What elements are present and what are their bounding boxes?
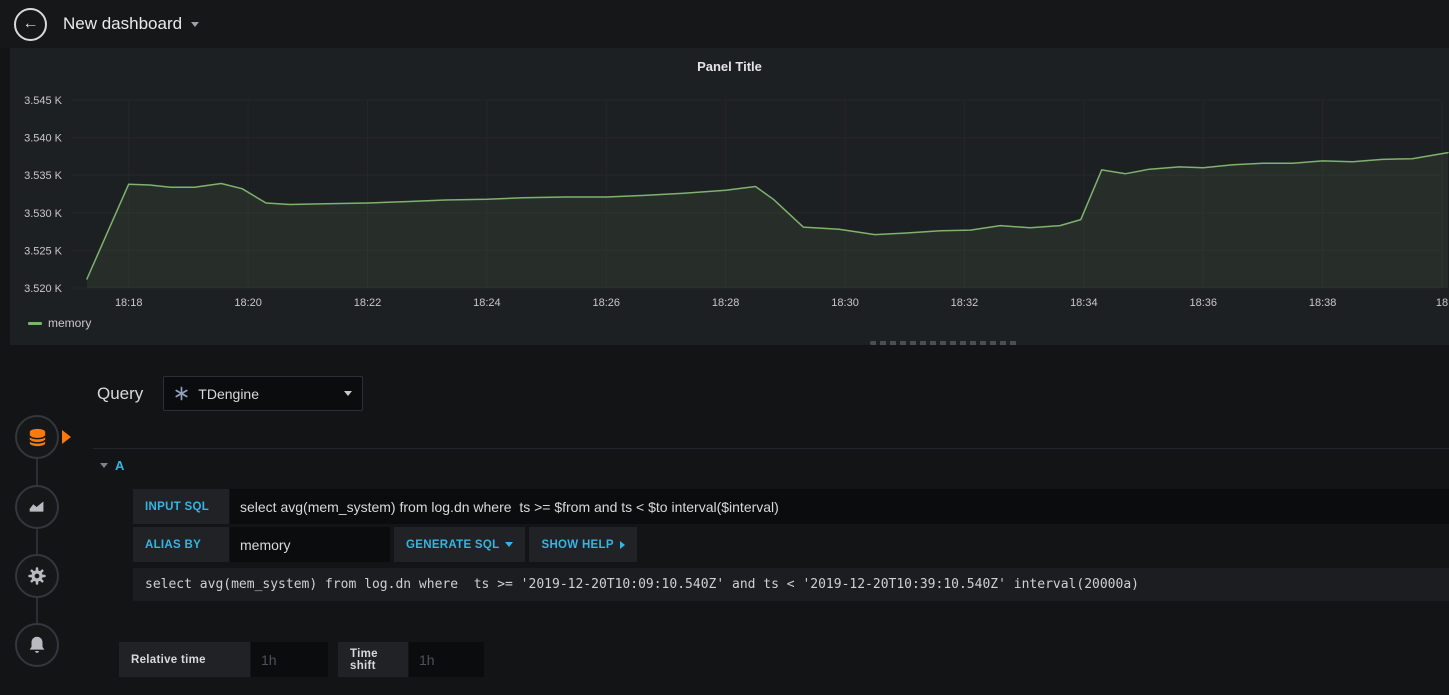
tab-alert[interactable] <box>15 623 59 667</box>
svg-text:3.530 K: 3.530 K <box>24 208 63 220</box>
input-sql-row: INPUT SQL <box>133 489 1449 524</box>
legend-series-color-icon[interactable] <box>28 321 42 325</box>
svg-text:18:34: 18:34 <box>1070 297 1098 309</box>
collapse-caret-icon <box>100 462 108 468</box>
chart-legend: memory <box>28 316 91 330</box>
chart-icon <box>29 501 44 512</box>
datasource-name: TDengine <box>198 385 259 402</box>
graph-panel: Panel Title 3.545 K 3.540 K 3.535 K 3.530 K… <box>10 48 1449 345</box>
bell-icon <box>29 636 45 653</box>
relative-time-field[interactable] <box>251 642 328 677</box>
time-shift-label: Time shift <box>338 642 408 677</box>
datasource-picker[interactable]: TDengine <box>163 376 364 411</box>
svg-text:18:30: 18:30 <box>831 297 859 309</box>
caret-down-icon <box>191 21 200 27</box>
show-help-button[interactable]: SHOW HELP <box>529 527 637 562</box>
svg-text:3.540 K: 3.540 K <box>24 133 63 145</box>
tab-general[interactable] <box>15 554 59 598</box>
caret-down-icon <box>505 542 514 547</box>
svg-text:18:32: 18:32 <box>951 297 979 309</box>
alias-by-row: ALIAS BY GENERATE SQL SHOW HELP <box>133 527 1449 562</box>
memory-line-chart[interactable]: 3.545 K 3.540 K 3.535 K 3.530 K 3.525 K 3.520… <box>10 88 1449 320</box>
svg-text:18:36: 18:36 <box>1189 297 1217 309</box>
generated-sql-preview: select avg(mem_system) from log.dn where… <box>133 568 1449 601</box>
time-options-row: Relative time Time shift <box>119 642 484 677</box>
svg-text:18:26: 18:26 <box>593 297 621 309</box>
svg-text:3.520 K: 3.520 K <box>24 283 63 295</box>
legend-series-label[interactable]: memory <box>48 316 91 330</box>
query-ref-id: A <box>115 457 125 473</box>
svg-text:18: 18 <box>1436 297 1448 309</box>
relative-time-label: Relative time <box>119 642 250 677</box>
tab-queries[interactable] <box>15 415 71 459</box>
svg-text:18:28: 18:28 <box>712 297 740 309</box>
svg-text:18:38: 18:38 <box>1309 297 1337 309</box>
time-shift-field[interactable] <box>409 642 484 677</box>
query-section-title: Query <box>97 383 144 403</box>
caret-right-icon <box>619 540 625 549</box>
svg-text:18:20: 18:20 <box>234 297 262 309</box>
generate-sql-label: GENERATE SQL <box>406 538 500 551</box>
panel-editor: Query TDengine A INPUT SQL select avg(me… <box>0 345 1449 695</box>
svg-text:18:22: 18:22 <box>354 297 382 309</box>
dashboard-title: New dashboard <box>63 14 183 33</box>
back-button[interactable]: ← <box>14 7 47 41</box>
query-header: Query TDengine <box>97 376 364 411</box>
alias-by-field[interactable] <box>230 527 390 562</box>
generate-sql-button[interactable]: GENERATE SQL <box>394 527 526 562</box>
svg-text:3.535 K: 3.535 K <box>24 170 63 182</box>
gear-icon <box>28 567 46 585</box>
top-navbar: ← New dashboard <box>0 0 1449 48</box>
svg-text:3.525 K: 3.525 K <box>24 245 63 257</box>
active-tab-pointer-icon <box>62 430 71 444</box>
query-form-rows: INPUT SQL ALIAS BY GENERATE SQL SHOW HEL… <box>133 489 1449 601</box>
back-arrow-icon: ← <box>22 15 39 32</box>
database-icon <box>28 428 46 446</box>
tab-visualization[interactable] <box>15 485 59 529</box>
tab-connector-line <box>36 437 38 645</box>
query-row-block: A INPUT SQL ALIAS BY GENERATE SQL SHOW H… <box>93 448 1449 601</box>
input-sql-field[interactable] <box>230 489 1449 524</box>
svg-text:18:18: 18:18 <box>115 297 143 309</box>
input-sql-label: INPUT SQL <box>133 489 229 524</box>
dashboard-title-menu[interactable]: New dashboard <box>63 14 200 34</box>
svg-text:18:24: 18:24 <box>473 297 501 309</box>
show-help-label: SHOW HELP <box>541 538 614 551</box>
alias-by-label: ALIAS BY <box>133 527 229 562</box>
svg-text:3.545 K: 3.545 K <box>24 95 63 107</box>
query-row-toggle[interactable]: A <box>93 457 1449 473</box>
caret-down-icon <box>344 391 353 396</box>
tdengine-logo-icon <box>175 386 188 401</box>
panel-title[interactable]: Panel Title <box>10 59 1449 74</box>
